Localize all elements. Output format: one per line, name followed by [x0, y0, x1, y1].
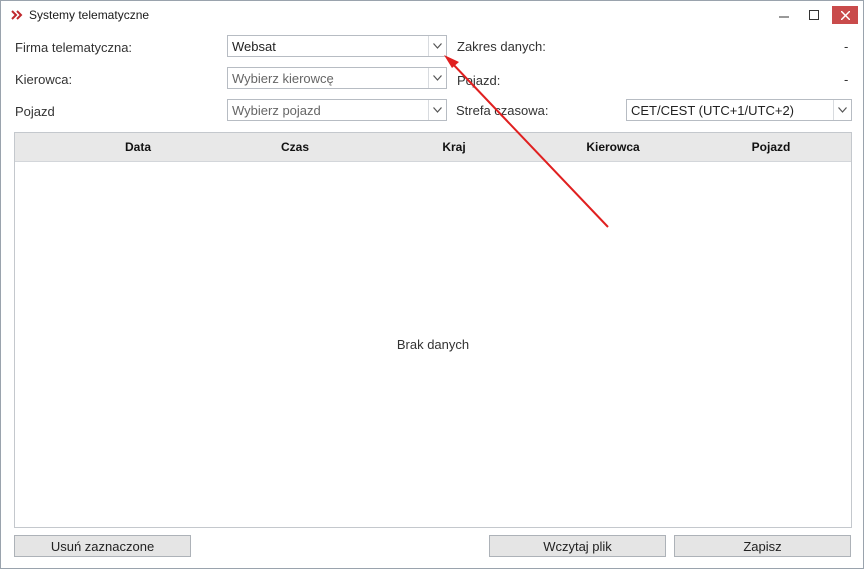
column-header-pojazd[interactable]: Pojazd: [752, 140, 791, 154]
pojazd-select[interactable]: Wybierz pojazd: [227, 99, 447, 121]
strefa-select-value: CET/CEST (UTC+1/UTC+2): [631, 102, 795, 118]
load-file-button[interactable]: Wczytaj plik: [489, 535, 666, 557]
delete-selected-button[interactable]: Usuń zaznaczone: [14, 535, 191, 557]
chevron-down-icon: [833, 100, 851, 120]
column-header-czas[interactable]: Czas: [281, 140, 309, 154]
kierowca-select-value: Wybierz kierowcę: [232, 70, 334, 86]
zakres-value: -: [844, 39, 849, 54]
firma-select-value: Websat: [232, 38, 276, 54]
kierowca-label: Kierowca:: [15, 72, 73, 87]
firma-label: Firma telematyczna:: [15, 40, 133, 55]
chevron-down-icon: [428, 36, 446, 56]
chevron-down-icon: [428, 68, 446, 88]
strefa-label: Strefa czasowa:: [456, 103, 549, 118]
data-table[interactable]: Data Czas Kraj Kierowca Pojazd Brak dany…: [14, 132, 852, 528]
title-bar[interactable]: Systemy telematyczne: [1, 1, 863, 29]
save-button[interactable]: Zapisz: [674, 535, 851, 557]
table-header: Data Czas Kraj Kierowca Pojazd: [15, 133, 851, 162]
close-icon: [840, 10, 850, 20]
chevron-down-icon: [428, 100, 446, 120]
minimize-button[interactable]: [769, 1, 799, 29]
column-header-kierowca[interactable]: Kierowca: [586, 140, 639, 154]
window-title: Systemy telematyczne: [29, 8, 150, 22]
column-header-data[interactable]: Data: [125, 140, 151, 154]
strefa-select[interactable]: CET/CEST (UTC+1/UTC+2): [626, 99, 852, 121]
pojazd-info-label: Pojazd:: [457, 73, 501, 88]
pojazd-label: Pojazd: [15, 104, 55, 119]
column-header-kraj[interactable]: Kraj: [442, 140, 465, 154]
maximize-icon: [809, 10, 819, 20]
kierowca-select[interactable]: Wybierz kierowcę: [227, 67, 447, 89]
close-button[interactable]: [819, 1, 863, 29]
firma-select[interactable]: Websat: [227, 35, 447, 57]
pojazd-select-value: Wybierz pojazd: [232, 102, 321, 118]
zakres-label: Zakres danych:: [457, 39, 546, 54]
empty-state-message: Brak danych: [396, 337, 470, 352]
minimize-icon: [779, 16, 789, 18]
pojazd-info-value: -: [844, 72, 849, 87]
app-logo-icon: [11, 10, 23, 20]
app-window: Systemy telematyczne Firma telematyczna:…: [0, 0, 864, 569]
